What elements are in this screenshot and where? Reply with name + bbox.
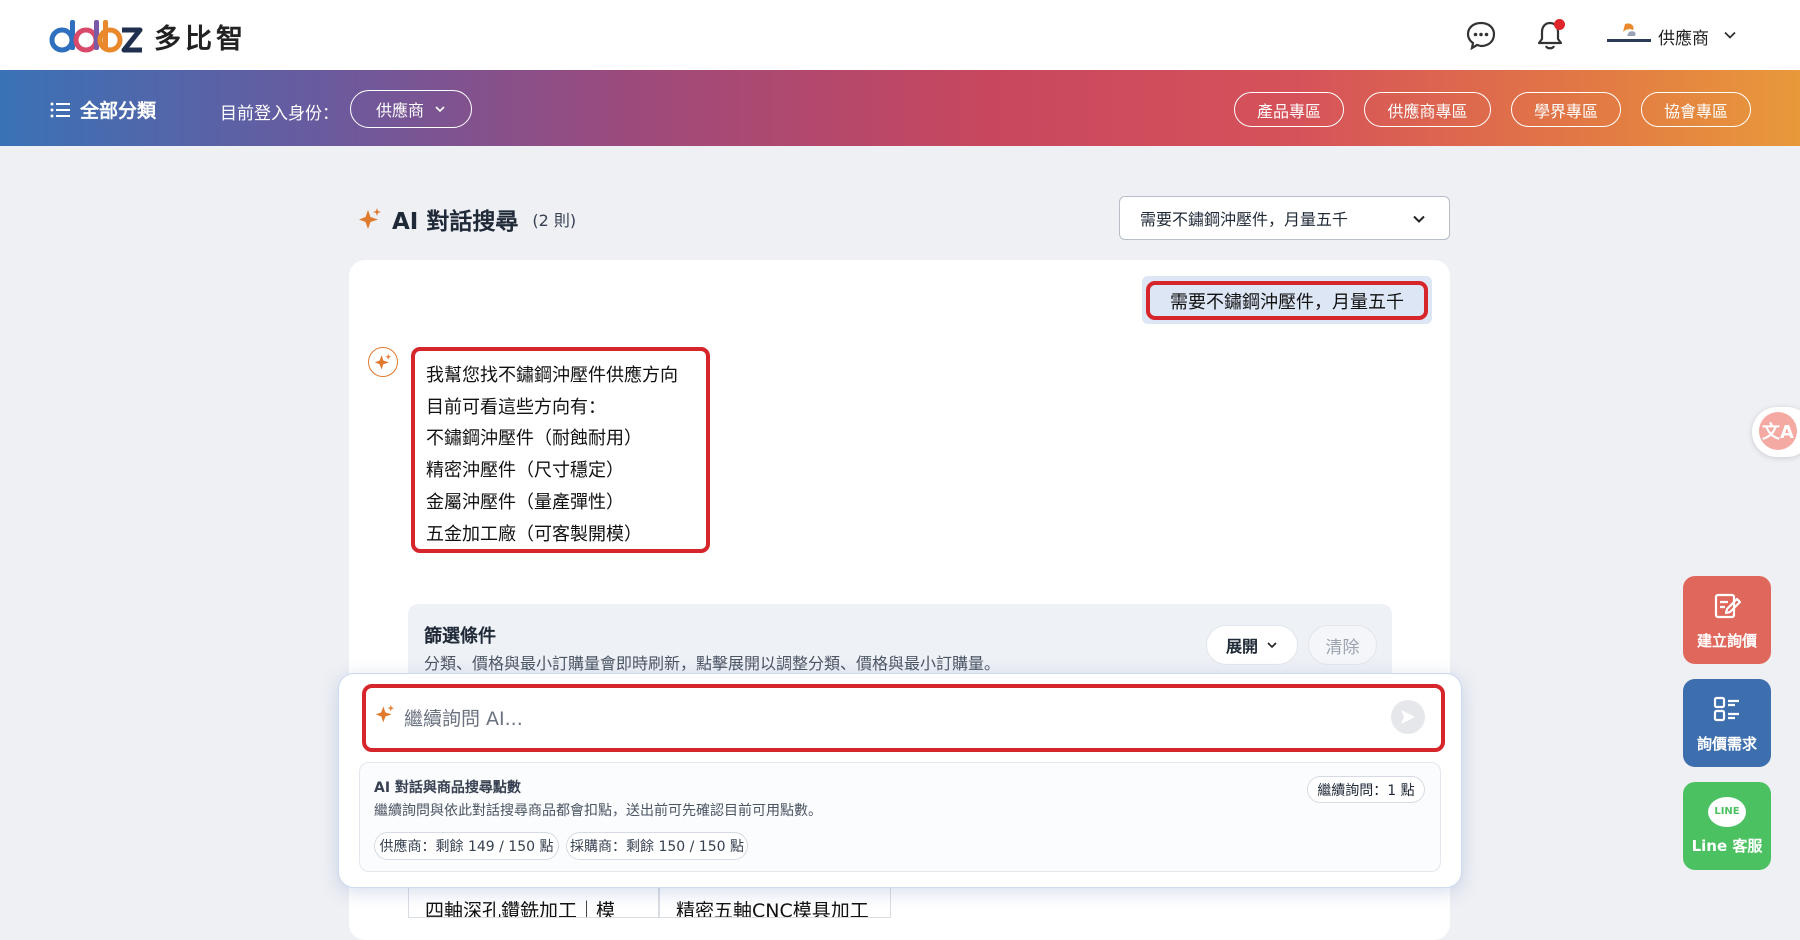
conversation-count: (2 則) (532, 211, 577, 230)
zone-academia-button[interactable]: 學界專區 (1511, 92, 1621, 127)
edit-document-icon (1714, 593, 1742, 618)
points-title: AI 對話與商品搜尋點數 (374, 780, 521, 796)
clear-filter-button[interactable]: 清除 (1308, 625, 1377, 665)
user-message-text: 需要不鏽鋼沖壓件，月量五千 (1146, 281, 1428, 320)
all-categories-button[interactable]: 全部分類 (50, 96, 156, 123)
ai-message-line: 我幫您找不鏽鋼沖壓件供應方向 (426, 365, 678, 386)
ask-ai-input[interactable] (402, 706, 1382, 732)
ai-message-line: 不鏽鋼沖壓件（耐蝕耐用） (426, 428, 642, 450)
create-quote-label: 建立詢價 (1696, 631, 1757, 650)
category-navbar: 全部分類 目前登入身份： 供應商 產品專區 供應商專區 學界專區 協會專區 (0, 70, 1800, 146)
quote-needs-label: 詢價需求 (1696, 734, 1757, 753)
zone-suppliers-button[interactable]: 供應商專區 (1364, 92, 1491, 127)
sparkle-icon (375, 704, 395, 723)
line-logo-icon: LINE (1708, 796, 1746, 827)
ai-message-line: 目前可看這些方向有： (426, 396, 606, 418)
page-title: AI 對話搜尋 (2 則) (358, 202, 576, 236)
result-card[interactable]: 精密五軸CNC模具加工 (659, 888, 891, 918)
company-logo-icon[interactable] (1605, 20, 1653, 48)
chevron-down-icon (1413, 215, 1425, 223)
expand-filter-button[interactable]: 展開 (1206, 625, 1298, 665)
conversation-select-value: 需要不鏽鋼沖壓件，月量五千 (1140, 210, 1349, 229)
send-button[interactable] (1391, 700, 1425, 734)
message-icon[interactable] (1464, 18, 1498, 52)
translate-icon: 文A (1759, 412, 1797, 450)
zone-products-button[interactable]: 產品專區 (1234, 92, 1344, 127)
all-categories-label: 全部分類 (80, 100, 157, 122)
points-description: 繼續詢問與依此對話搜尋商品都會扣點，送出前可先確認目前可用點數。 (374, 803, 822, 819)
create-quote-button[interactable]: 建立詢價 (1683, 576, 1771, 664)
ai-message: 我幫您找不鏽鋼沖壓件供應方向 目前可看這些方向有： 不鏽鋼沖壓件（耐蝕耐用） 精… (411, 347, 710, 553)
list-menu-icon (50, 102, 70, 117)
expand-filter-label: 展開 (1225, 637, 1258, 656)
translate-button[interactable]: 文A (1752, 407, 1800, 457)
identity-label: 目前登入身份： (220, 104, 339, 124)
top-header: 多比智 供應商 (0, 0, 1800, 70)
chevron-down-icon[interactable] (1723, 28, 1737, 42)
page-title-text: AI 對話搜尋 (392, 209, 519, 235)
conversation-select[interactable]: 需要不鏽鋼沖壓件，月量五千 (1119, 196, 1450, 240)
filter-title: 篩選條件 (424, 626, 496, 647)
ai-avatar (368, 347, 398, 377)
buyer-balance-chip: 採購商：剩餘 150 / 150 點 (566, 832, 748, 860)
chevron-down-icon (1267, 642, 1277, 649)
filter-description: 分類、價格與最小訂購量會即時刷新，點擊展開以調整分類、價格與最小訂購量。 (424, 654, 1001, 673)
ai-message-line: 金屬沖壓件（量產彈性） (426, 491, 624, 513)
list-check-icon (1713, 696, 1739, 721)
sparkle-icon (359, 208, 381, 229)
quote-needs-button[interactable]: 詢價需求 (1683, 679, 1771, 767)
chevron-down-icon (435, 106, 445, 113)
sparkle-icon (374, 353, 392, 370)
result-card[interactable]: 四軸深孔鑽銑加工｜模 (408, 888, 659, 918)
identity-role-value: 供應商 (375, 101, 424, 120)
supplier-balance-chip: 供應商：剩餘 149 / 150 點 (374, 832, 559, 860)
line-support-button[interactable]: LINE Line 客服 (1683, 782, 1771, 870)
line-support-label: Line 客服 (1691, 836, 1763, 855)
brand-name: 多比智 (154, 23, 247, 55)
user-role-label[interactable]: 供應商 (1658, 24, 1709, 49)
identity-role-select[interactable]: 供應商 (350, 90, 472, 128)
zone-associations-button[interactable]: 協會專區 (1641, 92, 1751, 127)
ai-message-line: 精密沖壓件（尺寸穩定） (426, 460, 624, 482)
send-icon (1401, 710, 1415, 724)
ai-message-line: 五金加工廠（可客製開模） (426, 523, 642, 545)
brand-logo[interactable]: 多比智 (48, 14, 247, 58)
cost-badge: 繼續詢問：1 點 (1307, 776, 1425, 803)
dobiz-logo-mark-icon (49, 20, 143, 53)
notification-dot (1554, 19, 1565, 30)
